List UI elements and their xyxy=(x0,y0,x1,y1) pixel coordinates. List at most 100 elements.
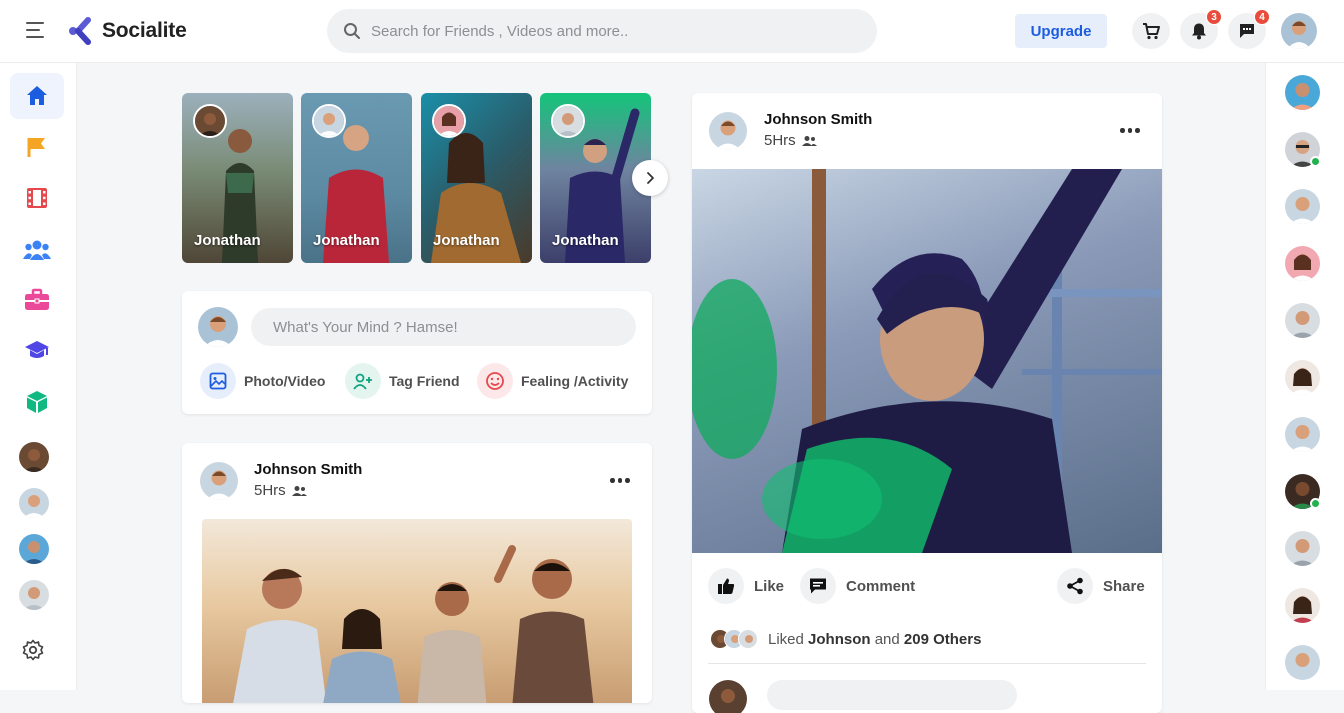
tag-friend-button[interactable]: Tag Friend xyxy=(345,363,460,399)
nav-videos[interactable] xyxy=(10,175,64,221)
post-time-text: 5Hrs xyxy=(764,132,796,149)
sidebar-friend-avatar[interactable] xyxy=(19,442,49,472)
story-avatar xyxy=(193,104,227,138)
post-image[interactable] xyxy=(202,519,632,703)
logo-icon xyxy=(69,17,91,45)
friends-icon xyxy=(801,135,817,146)
film-icon xyxy=(27,188,47,208)
cart-icon xyxy=(1143,23,1160,40)
contact-avatar[interactable] xyxy=(1285,132,1321,167)
share-icon xyxy=(1057,568,1093,604)
gear-icon xyxy=(22,639,44,661)
contact-avatar[interactable] xyxy=(1285,360,1320,395)
like-label: Like xyxy=(754,577,785,595)
post-menu-button[interactable] xyxy=(1120,128,1140,133)
chevron-right-icon xyxy=(647,172,654,184)
composer-avatar xyxy=(198,307,238,347)
contact-avatar[interactable] xyxy=(1285,588,1320,623)
search-input[interactable] xyxy=(371,22,831,40)
stories-strip: Jonathan Jonathan Jonathan Jonathan xyxy=(182,93,652,263)
sidebar-friend-avatar[interactable] xyxy=(19,488,49,518)
story-name: Jonathan xyxy=(313,232,380,249)
briefcase-icon xyxy=(25,288,49,310)
stories-next-button[interactable] xyxy=(632,160,668,196)
story-name: Jonathan xyxy=(433,232,500,249)
bell-icon xyxy=(1192,23,1206,40)
story-card[interactable]: Jonathan xyxy=(421,93,532,263)
search-icon xyxy=(344,23,360,39)
photo-video-button[interactable]: Photo/Video xyxy=(200,363,325,399)
story-avatar xyxy=(432,104,466,138)
likes-text: Liked Johnson and 209 Others xyxy=(768,630,982,648)
story-avatar xyxy=(312,104,346,138)
logo[interactable]: Socialite xyxy=(68,15,187,47)
comment-input[interactable] xyxy=(767,680,1017,710)
comment-avatar xyxy=(709,680,747,713)
notifications-button[interactable]: 3 xyxy=(1180,9,1222,49)
story-name: Jonathan xyxy=(194,232,261,249)
share-button[interactable]: Share xyxy=(1057,568,1145,604)
sidebar-friend-avatar[interactable] xyxy=(19,580,49,610)
user-plus-icon xyxy=(345,363,381,399)
post-author-avatar[interactable] xyxy=(709,112,747,150)
contact-avatar[interactable] xyxy=(1285,189,1320,224)
notifications-badge: 3 xyxy=(1206,9,1222,25)
post-composer: Photo/Video Tag Friend Fealing /Activity xyxy=(182,291,652,414)
thumbs-up-icon xyxy=(708,568,744,604)
post-image[interactable] xyxy=(692,169,1162,553)
profile-avatar[interactable] xyxy=(1281,13,1317,49)
story-name: Jonathan xyxy=(552,232,619,249)
smile-icon xyxy=(477,363,513,399)
post-author-name[interactable]: Johnson Smith xyxy=(764,111,872,128)
feeling-activity-label: Fealing /Activity xyxy=(521,373,629,389)
contact-avatar[interactable] xyxy=(1285,531,1320,566)
app-name: Socialite xyxy=(102,19,187,42)
menu-icon[interactable] xyxy=(26,20,48,40)
chat-icon xyxy=(1240,24,1254,38)
share-label: Share xyxy=(1103,577,1145,595)
messages-button[interactable]: 4 xyxy=(1228,9,1270,49)
liker-avatar xyxy=(738,629,758,649)
story-avatar xyxy=(551,104,585,138)
search-bar xyxy=(327,9,877,53)
top-bar: Socialite Upgrade 3 4 xyxy=(0,0,1344,63)
upgrade-button[interactable]: Upgrade xyxy=(1015,14,1107,48)
group-icon xyxy=(23,240,51,260)
like-button[interactable]: Like xyxy=(708,568,784,604)
post-author-name[interactable]: Johnson Smith xyxy=(254,461,362,478)
comment-button[interactable]: Comment xyxy=(800,568,915,604)
nav-jobs[interactable] xyxy=(10,277,64,323)
nav-groups[interactable] xyxy=(10,227,64,273)
likers-avatars xyxy=(710,629,758,649)
left-sidebar xyxy=(0,63,77,690)
nav-home[interactable] xyxy=(10,73,64,119)
likes-summary[interactable]: Liked Johnson and 209 Others xyxy=(710,628,981,650)
feeling-activity-button[interactable]: Fealing /Activity xyxy=(477,363,628,399)
post-author-avatar[interactable] xyxy=(200,462,238,500)
contact-avatar[interactable] xyxy=(1285,474,1321,509)
contact-avatar[interactable] xyxy=(1285,75,1320,110)
contact-avatar[interactable] xyxy=(1285,246,1320,281)
graduation-cap-icon xyxy=(25,341,49,358)
comment-icon xyxy=(800,568,836,604)
nav-pages[interactable] xyxy=(10,124,64,170)
composer-input[interactable] xyxy=(251,308,636,346)
contact-avatar[interactable] xyxy=(1285,417,1320,452)
sidebar-friend-avatar[interactable] xyxy=(19,534,49,564)
nav-products[interactable] xyxy=(10,379,64,425)
contact-avatar[interactable] xyxy=(1285,645,1320,680)
friends-icon xyxy=(291,485,307,496)
cart-button[interactable] xyxy=(1132,13,1170,49)
post-menu-button[interactable] xyxy=(610,478,630,483)
contacts-sidebar xyxy=(1265,63,1344,690)
online-indicator xyxy=(1310,498,1321,509)
contact-avatar[interactable] xyxy=(1285,303,1320,338)
image-icon xyxy=(200,363,236,399)
story-card[interactable]: Jonathan xyxy=(301,93,412,263)
post-time: 5Hrs xyxy=(254,482,362,499)
nav-courses[interactable] xyxy=(10,327,64,373)
story-card[interactable]: Jonathan xyxy=(182,93,293,263)
photo-video-label: Photo/Video xyxy=(244,373,326,389)
settings-button[interactable] xyxy=(22,639,44,666)
divider xyxy=(708,663,1146,664)
